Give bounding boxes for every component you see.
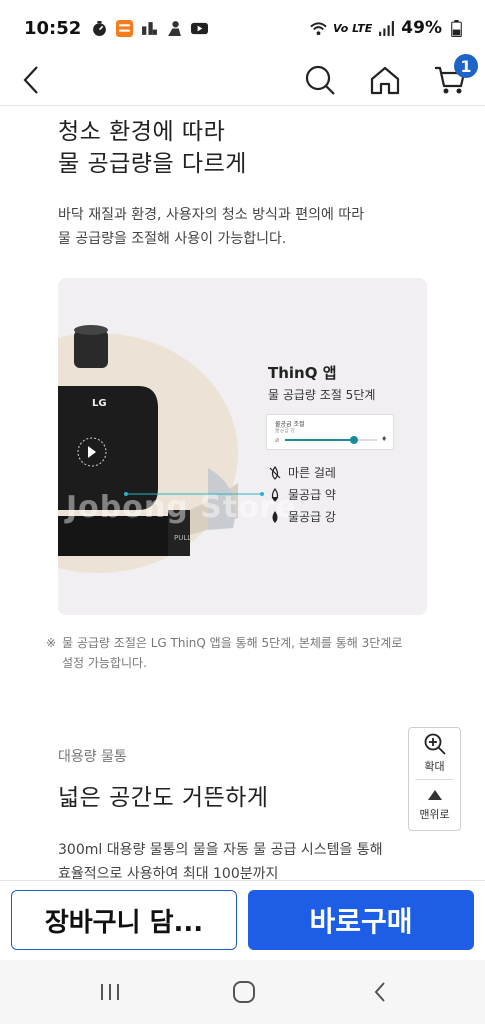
back-arrow-icon [23,66,38,94]
zoom-in-icon [424,733,446,755]
back-button[interactable] [12,60,52,100]
section2-label: 대용량 물통 [58,749,127,765]
scroll-top-label: 맨위로 [419,807,450,821]
water-slider-track [285,436,377,444]
note-line2: 설정 가능합니다. [62,656,147,670]
app-header: 1 [0,54,485,106]
zoom-button[interactable]: 확대 [409,728,460,778]
store-watermark: Jobong Store [66,490,297,525]
water-slider-fill [285,439,354,441]
mode-low-label: 물공급 약 [288,488,336,502]
thinq-subtitle: 물 공급량 조절 5단계 [268,388,376,402]
drop-low-icon [271,487,279,502]
cart-count-badge: 1 [454,54,478,78]
timer-icon [93,20,107,36]
mode-dry-mop: 마른 걸레 [268,464,336,481]
status-right: Vo LTE 49% [310,18,465,38]
status-bar: 10:52 Vo LTE 49% [0,0,485,56]
home-icon [370,66,400,95]
recent-apps-button[interactable] [90,974,130,1010]
buy-now-button[interactable]: 바로구매 [248,890,474,950]
battery-percent: 49% [401,18,442,38]
back-nav-icon [374,982,385,1002]
search-button[interactable] [300,60,340,100]
temu-app-icon [116,19,134,37]
section2-title: 넓은 공간도 거뜬하게 [58,785,269,811]
notification-app-icon [142,21,158,35]
back-nav-button[interactable] [360,974,400,1010]
mode-high-label: 물공급 강 [288,510,336,524]
triangle-up-icon [427,789,442,800]
slider-low-icon: ⌀ [275,436,280,444]
add-to-cart-button[interactable]: 장바구니 담... [11,890,237,950]
home-square-icon [233,981,255,1003]
network-label: Vo LTE [332,21,373,35]
drop-high-icon [272,510,278,523]
section1-desc-line2: 물 공급량을 조절해 사용이 가능합니다. [58,231,287,247]
section1-desc-line1: 바닥 재질과 환경, 사용자의 청소 방식과 편의에 따라 [58,207,365,223]
mode-dry-label: 마른 걸레 [288,466,336,480]
system-nav-bar [0,960,485,1024]
purchase-bar: 장바구니 담... 바로구매 [0,880,485,960]
section1-title-line2: 물 공급량을 다르게 [58,151,247,177]
scroll-top-button[interactable]: 맨위로 [409,780,460,830]
floating-tools: 확대 맨위로 [408,727,461,831]
section1-title-line1: 청소 환경에 따라 [58,119,226,145]
section2-desc-line2: 효율적으로 사용하여 최대 100분까지 [58,866,279,880]
slider-high-icon: ♦ [381,435,388,443]
lg-logo: LG [92,398,107,409]
wifi-icon [310,21,327,35]
slider-sub: 물공급 강 [275,428,295,434]
device-label: PULL [174,534,192,542]
thinq-title: ThinQ 앱 [268,364,337,382]
drop-off-icon [269,465,281,480]
product-image: LG PULL Jobong Store ThinQ 앱 물 공급량 조절 5단… [58,278,427,615]
status-time: 10:52 [24,17,82,39]
youtube-icon [191,22,209,34]
recent-apps-icon [101,984,119,1000]
mode-water-high: 물공급 강 [268,508,336,525]
note-mark: ※ [46,636,57,650]
zoom-label: 확대 [424,759,445,773]
home-nav-button[interactable] [224,974,264,1010]
notification-icons [91,19,209,37]
person-app-icon [168,20,182,36]
note-line1: 물 공급량 조절은 LG ThinQ 앱을 통해 5단계, 본체를 통해 3단계… [62,636,403,650]
search-icon [305,65,335,95]
battery-icon [451,19,462,37]
cart-button[interactable]: 1 [430,54,478,100]
home-button[interactable] [365,60,405,100]
section2-desc-line1: 300ml 대용량 물통의 물을 자동 물 공급 시스템을 통해 [58,842,383,858]
signal-icon [379,20,395,36]
mode-water-low: 물공급 약 [268,486,336,503]
note: ※ 물 공급량 조절은 LG ThinQ 앱을 통해 5단계, 본체를 통해 3… [46,633,436,673]
water-slider-card: 물공급 조절 물공급 강 ⌀ ♦ [266,414,394,450]
water-slider-knob [350,436,358,444]
